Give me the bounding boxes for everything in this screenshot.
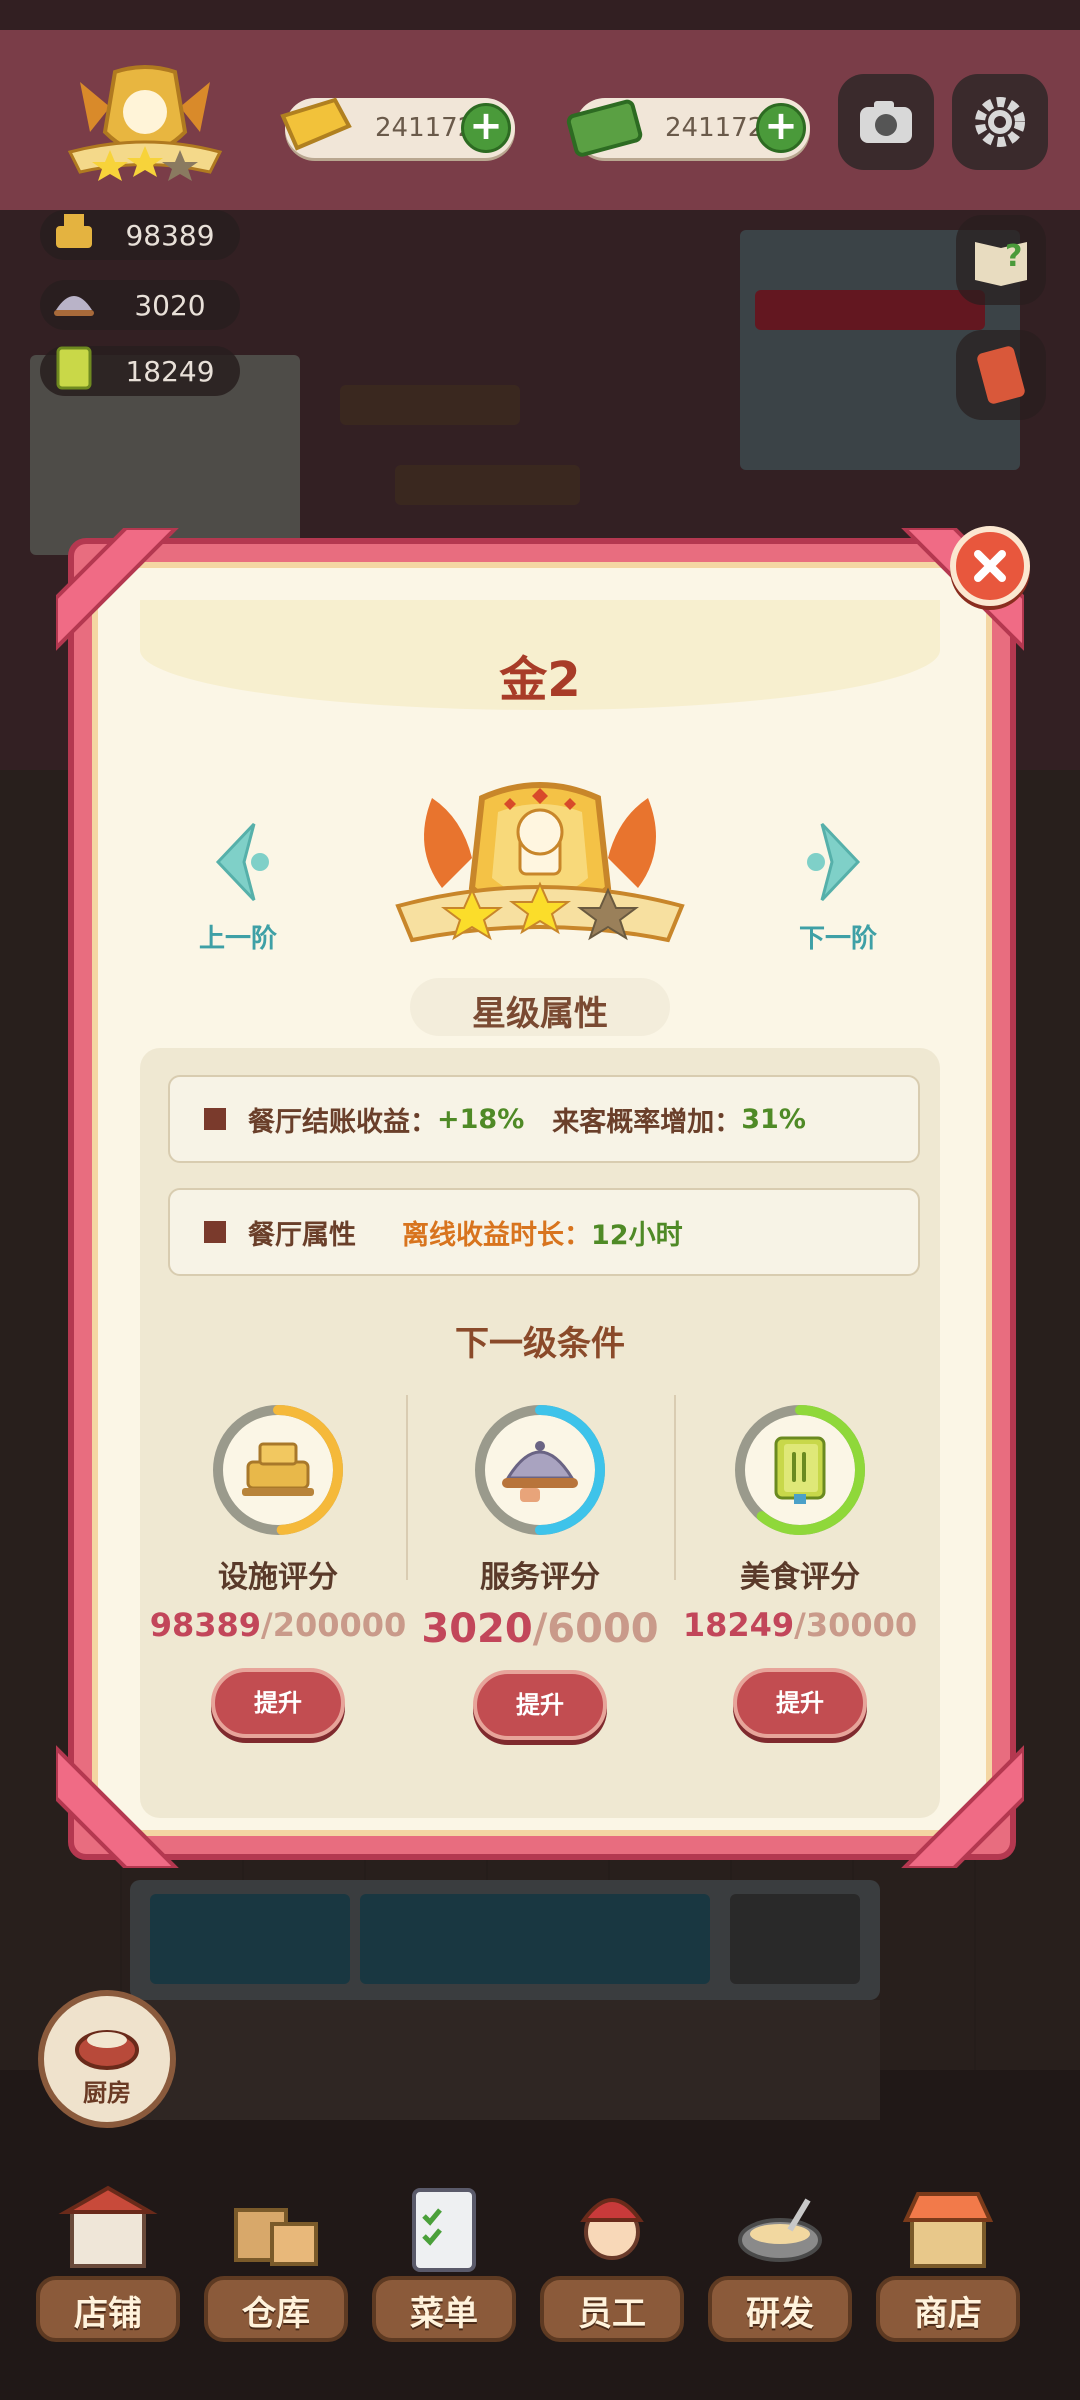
visitor-rate-label: 来客概率增加：	[552, 1106, 742, 1138]
nav-menu-label: 菜单	[410, 2294, 478, 2334]
income-property-row: 餐厅结账收益： +18% 来客概率增加： 31%	[168, 1075, 920, 1163]
help-book-icon: ?	[975, 239, 1027, 286]
food-current: 18249	[682, 1606, 795, 1644]
service-score-progress: 3020/6000	[410, 1606, 670, 1652]
nav-shop-front-label: 店铺	[74, 2294, 142, 2334]
nav-store[interactable]: 商店	[868, 2180, 1028, 2360]
camera-button[interactable]	[838, 74, 934, 170]
notebook-icon	[977, 346, 1025, 404]
gold-rank-badge-icon	[395, 782, 685, 943]
food-condition: 美食评分 18249/30000 提升	[670, 1400, 930, 1738]
prev-rank-button[interactable]: 上一阶	[178, 818, 298, 955]
gold-counter: 24117248 +	[280, 97, 515, 158]
hotpot-icon	[56, 214, 92, 248]
storefront-icon	[58, 2185, 158, 2268]
kitchen-label: 厨房	[83, 2079, 131, 2107]
nav-warehouse[interactable]: 仓库	[196, 2180, 356, 2360]
facility-upgrade-button[interactable]: 提升	[211, 1668, 345, 1738]
service-score-pill: 3020	[40, 280, 240, 330]
close-button[interactable]	[950, 526, 1030, 606]
close-icon	[974, 550, 1006, 582]
next-level-conditions-title: 下一级条件	[455, 1324, 625, 1364]
bullet-square	[204, 1108, 226, 1130]
visitor-rate-value: 31%	[741, 1103, 806, 1135]
cloche-icon	[54, 296, 94, 316]
wok-icon	[738, 2198, 822, 2262]
food-score-pill: 18249	[40, 346, 240, 396]
camera-icon	[860, 101, 912, 143]
notebook-button[interactable]	[956, 330, 1046, 420]
offline-income-value: 12小时	[591, 1219, 683, 1251]
nav-warehouse-label: 仓库	[242, 2294, 310, 2334]
help-book-button[interactable]: ?	[956, 215, 1046, 305]
market-stall-icon	[902, 2192, 994, 2268]
food-progress-ring	[735, 1405, 865, 1535]
recipe-book-icon	[774, 1436, 826, 1504]
gold-ingot-icon	[280, 97, 352, 151]
nav-menu[interactable]: 菜单	[364, 2180, 524, 2360]
add-gold-button[interactable]: +	[461, 103, 511, 153]
service-condition: 服务评分 3020/6000 提升	[410, 1400, 670, 1740]
food-upgrade-button[interactable]: 提升	[733, 1668, 867, 1738]
gear-icon	[975, 97, 1025, 147]
service-total: /6000	[532, 1606, 659, 1652]
arrow-right-icon	[807, 822, 861, 902]
nav-store-label: 商店	[914, 2294, 982, 2334]
next-rank-button[interactable]: 下一阶	[778, 818, 898, 955]
service-current: 3020	[421, 1606, 533, 1652]
arrow-left-icon	[215, 822, 269, 902]
rank-badge-icon[interactable]	[50, 62, 240, 192]
food-score-label: 美食评分	[740, 1560, 860, 1595]
restaurant-property-label: 餐厅属性	[248, 1219, 356, 1251]
service-score-value: 3020	[134, 288, 206, 322]
prev-rank-label: 上一阶	[198, 924, 277, 954]
checkout-income-value: +18%	[437, 1103, 525, 1135]
kitchen-button[interactable]: 厨房	[38, 1990, 176, 2128]
cash-stack-icon	[566, 99, 643, 157]
food-total: /30000	[794, 1606, 918, 1644]
boxes-icon	[234, 2208, 318, 2266]
checkout-income-label: 餐厅结账收益：	[248, 1106, 437, 1138]
settings-button[interactable]	[952, 74, 1048, 170]
next-rank-label: 下一阶	[798, 924, 877, 954]
restaurant-property-row: 餐厅属性 离线收益时长： 12小时	[168, 1188, 920, 1276]
chef-avatar-icon	[580, 2198, 644, 2260]
service-upgrade-button[interactable]: 提升	[473, 1670, 607, 1740]
pot-icon	[75, 2030, 139, 2070]
nav-staff[interactable]: 员工	[532, 2180, 692, 2360]
cash-counter: 24117248 +	[566, 98, 810, 158]
service-score-label: 服务评分	[480, 1560, 600, 1595]
facility-total: /200000	[261, 1606, 407, 1644]
facility-current: 98389	[149, 1606, 262, 1644]
facility-score-pill: 98389	[40, 210, 240, 260]
food-score-value: 18249	[125, 354, 215, 388]
add-cash-button[interactable]: +	[756, 103, 806, 153]
star-attributes-title: 星级属性	[472, 994, 608, 1034]
nav-shop-front[interactable]: 店铺	[28, 2180, 188, 2360]
facility-score-label: 设施评分	[218, 1560, 338, 1595]
nav-research-label: 研发	[746, 2294, 814, 2334]
service-progress-ring	[475, 1405, 605, 1535]
facility-score-progress: 98389/200000	[148, 1606, 408, 1644]
food-score-progress: 18249/30000	[670, 1606, 930, 1644]
recipe-book-icon	[56, 346, 92, 390]
nav-staff-label: 员工	[578, 2294, 646, 2334]
facility-score-value: 98389	[125, 218, 215, 252]
svg-text:?: ?	[1005, 239, 1022, 274]
bottom-navigation: 店铺 仓库 菜单 员工 研发 商店	[0, 2180, 1080, 2400]
clipboard-icon	[412, 2188, 476, 2272]
nav-research[interactable]: 研发	[700, 2180, 860, 2360]
bullet-square	[204, 1221, 226, 1243]
rank-title: 金2	[499, 652, 581, 708]
facility-condition: 设施评分 98389/200000 提升	[148, 1400, 408, 1738]
offline-income-label: 离线收益时长：	[402, 1219, 591, 1251]
facility-progress-ring	[213, 1405, 343, 1535]
